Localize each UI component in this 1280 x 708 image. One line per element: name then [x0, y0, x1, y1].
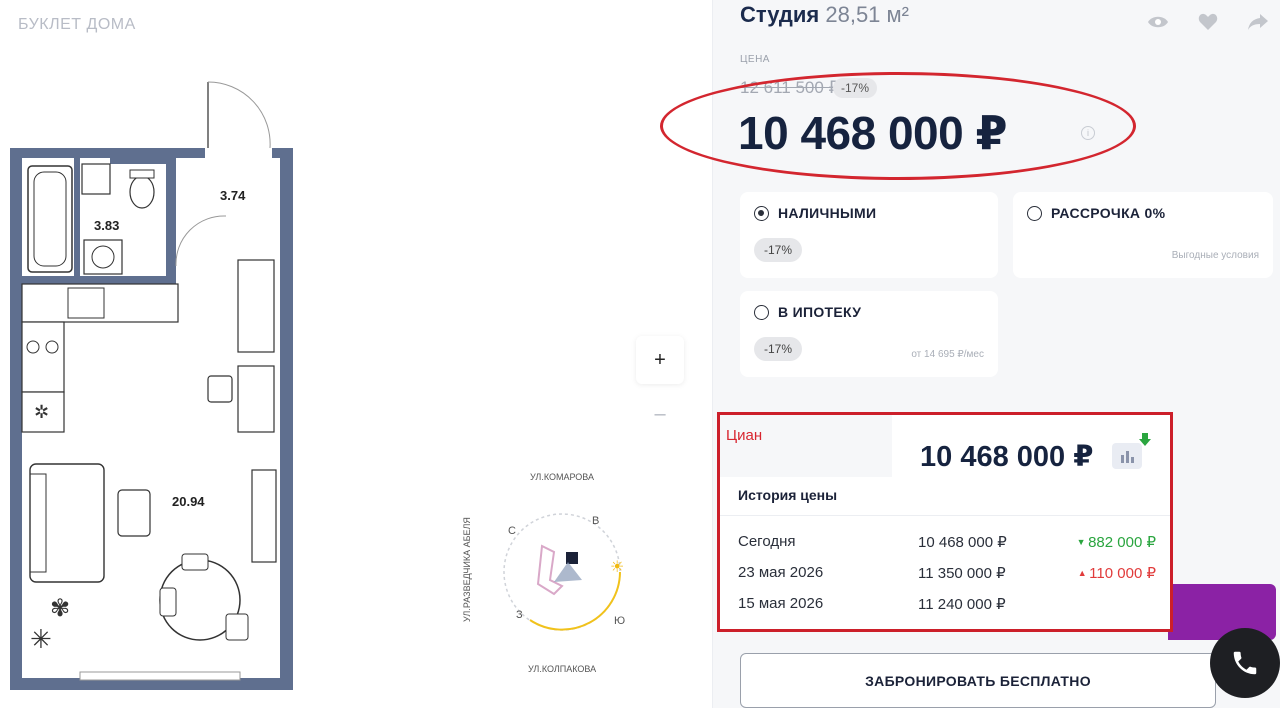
cian-label-area: [720, 415, 892, 477]
booklet-link[interactable]: БУКЛЕТ ДОМА: [18, 16, 136, 34]
discount-badge: -17%: [833, 78, 878, 98]
phone-icon: [1233, 651, 1257, 675]
mortgage-note: от 14 695 ₽/мес: [911, 349, 984, 360]
history-row: 15 мая 2026 11 240 000 ₽: [738, 595, 1156, 617]
discount-badge-mortgage: -17%: [754, 337, 803, 361]
room-area-living: 20.94: [172, 494, 205, 509]
installment-note: Выгодные условия: [1171, 250, 1259, 261]
zoom-in-button[interactable]: +: [636, 336, 684, 384]
payment-label-cash: НАЛИЧНЫМИ: [778, 205, 877, 221]
cian-price-history-popup: Циан 10 468 000 ₽ История цены Сегодня 1…: [717, 412, 1173, 632]
history-date: Сегодня: [738, 533, 796, 550]
history-title: История цены: [738, 487, 838, 503]
old-price: 12 611 500 ₽: [740, 78, 840, 97]
compass-diagram: УЛ.КОМАРОВА УЛ.КОЛПАКОВА УЛ.РАЗВЕДЧИКА А…: [462, 472, 625, 674]
compass-west: З: [516, 609, 523, 621]
compass-east: В: [592, 515, 599, 527]
call-button[interactable]: [1210, 628, 1280, 698]
payment-option-installment[interactable]: РАССРОЧКА 0% Выгодные условия: [1013, 192, 1273, 278]
street-left-label: УЛ.РАЗВЕДЧИКА АБЕЛЯ: [462, 517, 472, 622]
floorplan-panel: БУКЛЕТ ДОМА 3.83 3.74 ✲ 20.94 ✾ ✳ + – УЛ…: [0, 0, 712, 708]
arrow-down-icon: [1138, 433, 1152, 452]
floor-plan: 3.83 3.74 ✲ 20.94 ✾ ✳: [10, 81, 293, 690]
info-icon[interactable]: i: [1081, 126, 1095, 140]
history-price: 11 240 000 ₽: [918, 596, 1006, 613]
price-label: ЦЕНА: [740, 54, 770, 65]
history-date: 15 мая 2026: [738, 595, 824, 612]
discount-badge-cash: -17%: [754, 238, 803, 262]
history-price: 10 468 000 ₽: [918, 534, 1007, 551]
apartment-area: 28,51 м²: [825, 2, 909, 27]
share-icon[interactable]: [1246, 10, 1270, 34]
action-icons: [1146, 10, 1270, 34]
history-change: ▼ 882 000 ₽: [1076, 534, 1156, 551]
compass-south: Ю: [614, 615, 625, 627]
current-price: 10 468 000 ₽: [738, 107, 1008, 159]
apartment-type: Студия: [740, 2, 820, 27]
page: БУКЛЕТ ДОМА 3.83 3.74 ✲ 20.94 ✾ ✳ + – УЛ…: [0, 0, 1280, 708]
street-top-label: УЛ.КОМАРОВА: [530, 472, 594, 482]
room-area-bathroom: 3.83: [94, 218, 119, 233]
sun-icon: ☀: [610, 557, 624, 576]
payment-option-cash[interactable]: НАЛИЧНЫМИ -17%: [740, 192, 998, 278]
cian-price: 10 468 000 ₽: [920, 441, 1094, 473]
heart-icon[interactable]: [1196, 10, 1220, 34]
history-price: 11 350 000 ₽: [918, 565, 1006, 582]
street-bottom-label: УЛ.КОЛПАКОВА: [528, 664, 596, 674]
triangle-down-icon: ▼: [1076, 537, 1089, 547]
compass-north: С: [508, 525, 516, 537]
svg-text:✲: ✲: [34, 402, 49, 423]
radio-mortgage[interactable]: [754, 305, 769, 320]
room-area-hallway: 3.74: [220, 188, 246, 203]
radio-installment[interactable]: [1027, 206, 1042, 221]
payment-option-mortgage[interactable]: В ИПОТЕКУ -17% от 14 695 ₽/мес: [740, 291, 998, 377]
book-free-button[interactable]: ЗАБРОНИРОВАТЬ БЕСПЛАТНО: [740, 653, 1216, 708]
cian-label: Циан: [726, 427, 763, 444]
radio-cash[interactable]: [754, 206, 769, 221]
svg-text:✾: ✾: [50, 594, 70, 622]
history-change: ▲ 110 000 ₽: [1077, 565, 1156, 582]
history-row: 23 мая 2026 11 350 000 ₽ ▲ 110 000 ₽: [738, 564, 1156, 586]
zoom-out-button[interactable]: –: [636, 390, 684, 438]
history-row: Сегодня 10 468 000 ₽ ▼ 882 000 ₽: [738, 533, 1156, 555]
payment-label-mortgage: В ИПОТЕКУ: [778, 304, 862, 320]
triangle-up-icon: ▲: [1077, 568, 1090, 578]
payment-label-installment: РАССРОЧКА 0%: [1051, 205, 1166, 221]
apartment-title: Студия 28,51 м²: [740, 2, 909, 28]
history-date: 23 мая 2026: [738, 564, 824, 581]
svg-text:✳: ✳: [30, 625, 52, 655]
history-separator: [720, 515, 1170, 516]
eye-icon[interactable]: [1146, 10, 1170, 34]
